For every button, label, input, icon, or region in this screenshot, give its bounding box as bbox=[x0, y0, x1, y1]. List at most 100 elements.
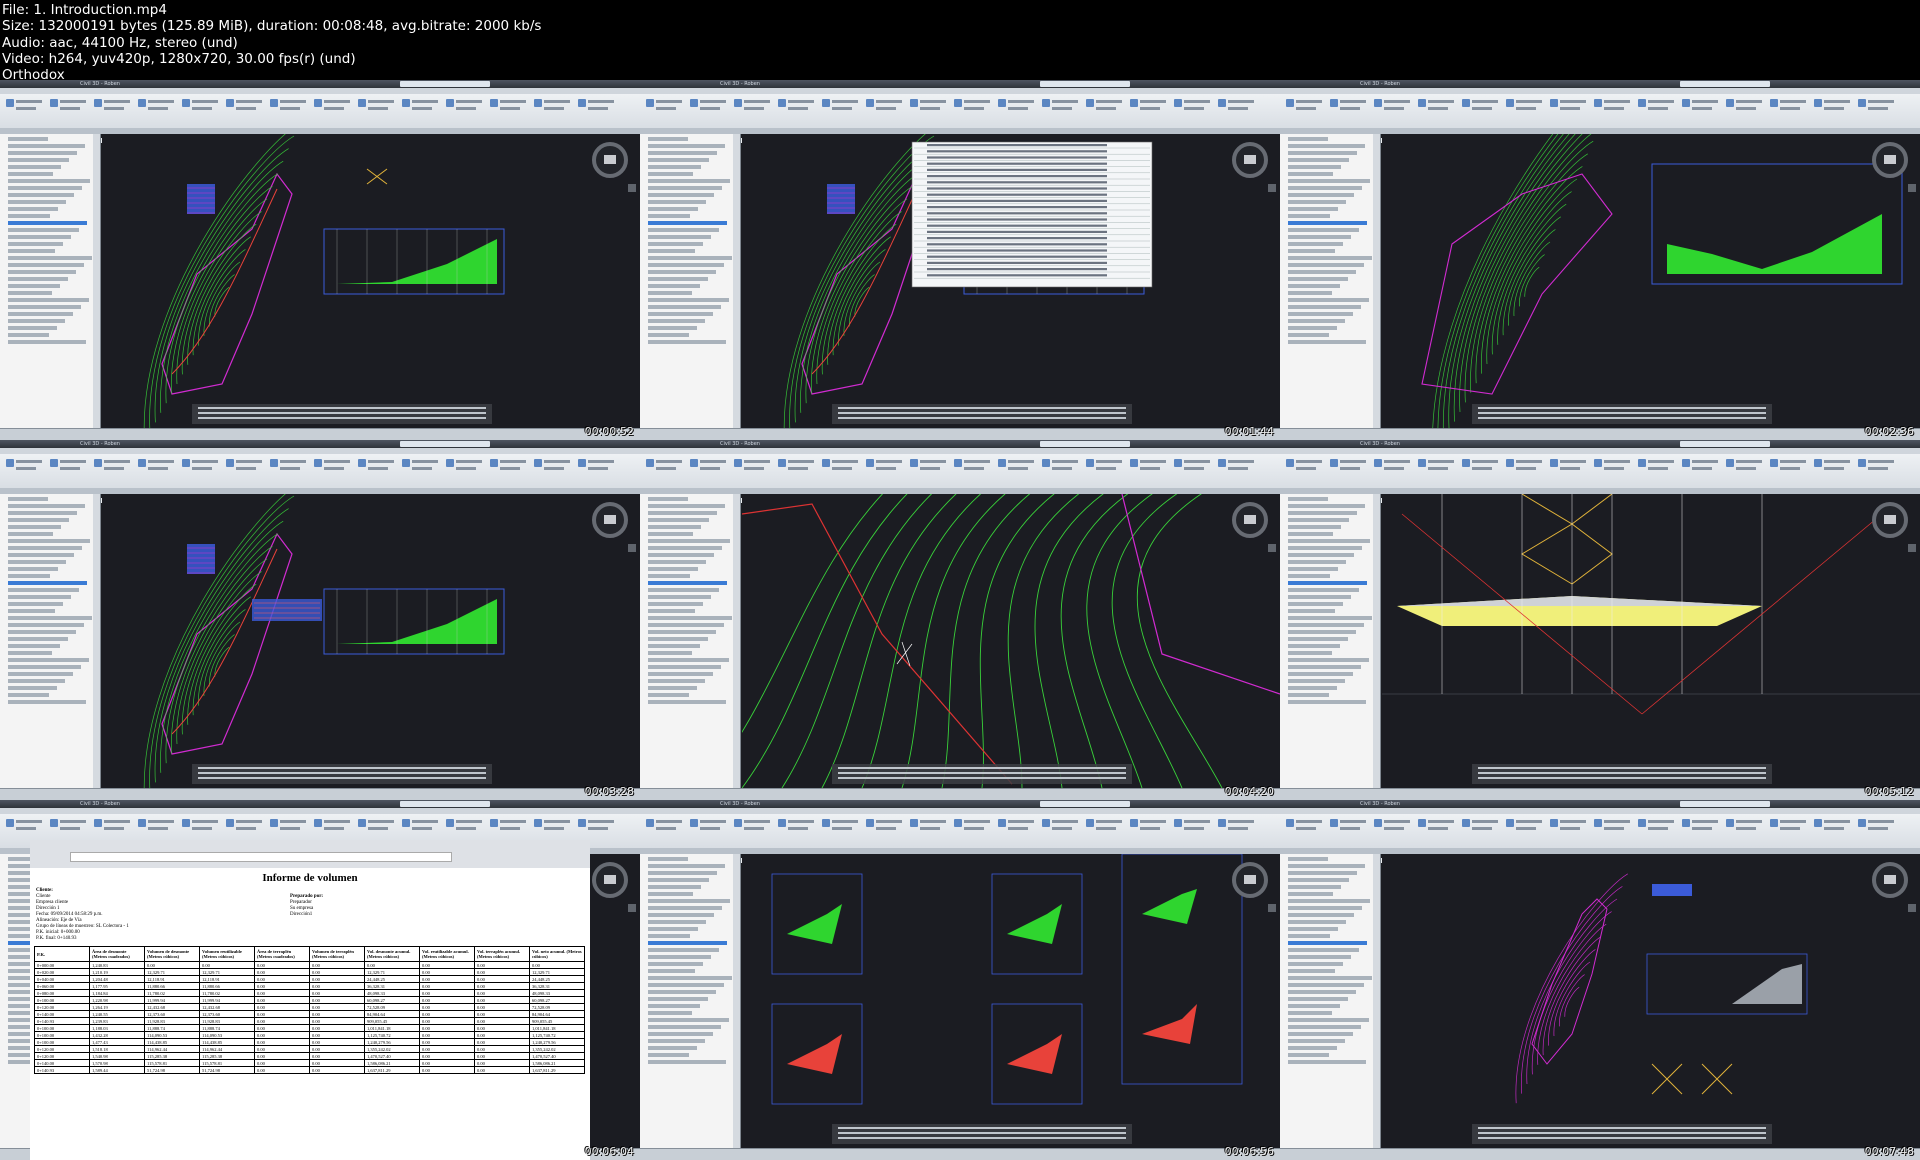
toolspace-side-tabs[interactable] bbox=[93, 134, 100, 428]
toolspace-tree-item[interactable] bbox=[8, 686, 57, 690]
ribbon-tool-label[interactable] bbox=[1096, 820, 1122, 823]
ribbon-tool-label[interactable] bbox=[1736, 460, 1762, 463]
ribbon-tool-label[interactable] bbox=[788, 100, 814, 103]
ribbon-tool-label[interactable] bbox=[148, 100, 174, 103]
toolspace-tree-item[interactable] bbox=[648, 899, 730, 903]
ribbon-tool-label[interactable] bbox=[1648, 460, 1674, 463]
viewcube-compass-icon[interactable] bbox=[592, 862, 628, 898]
toolspace-tree-item[interactable] bbox=[8, 319, 65, 323]
toolspace-tree-item[interactable] bbox=[1288, 221, 1367, 225]
ribbon-tool-label[interactable] bbox=[148, 467, 168, 470]
status-bar[interactable] bbox=[0, 788, 640, 800]
search-input[interactable] bbox=[400, 801, 490, 807]
search-input[interactable] bbox=[1040, 81, 1130, 87]
toolspace-tree-item[interactable] bbox=[1288, 871, 1357, 875]
toolspace-tree-item[interactable] bbox=[8, 137, 48, 141]
nav-bar-icon[interactable] bbox=[628, 904, 636, 912]
ribbon-tool-label[interactable] bbox=[368, 107, 388, 110]
toolspace-tree-item[interactable] bbox=[1288, 137, 1328, 141]
ribbon-tool-icon[interactable] bbox=[998, 459, 1006, 467]
ribbon-tool-label[interactable] bbox=[60, 107, 80, 110]
ribbon-tool-label[interactable] bbox=[588, 107, 608, 110]
ribbon-tool-icon[interactable] bbox=[578, 99, 586, 107]
ribbon-tool-icon[interactable] bbox=[534, 819, 542, 827]
ribbon-tool-label[interactable] bbox=[1428, 460, 1454, 463]
toolspace-tree-item[interactable] bbox=[648, 298, 729, 302]
ribbon-tool-icon[interactable] bbox=[778, 819, 786, 827]
toolspace-tree-item[interactable] bbox=[648, 312, 713, 316]
ribbon-tool-label[interactable] bbox=[1560, 827, 1580, 830]
toolspace-tree-item[interactable] bbox=[1288, 525, 1341, 529]
toolspace-tree-item[interactable] bbox=[8, 263, 84, 267]
nav-bar-icon[interactable] bbox=[1908, 184, 1916, 192]
ribbon-tool-label[interactable] bbox=[544, 100, 570, 103]
ribbon-tool-label[interactable] bbox=[1692, 820, 1718, 823]
toolspace-tree-item[interactable] bbox=[8, 588, 79, 592]
ribbon-tool-label[interactable] bbox=[1472, 827, 1492, 830]
toolspace-tree-item[interactable] bbox=[8, 186, 82, 190]
toolspace-tree-item[interactable] bbox=[648, 934, 690, 938]
drawing-viewport[interactable] bbox=[102, 134, 640, 428]
nav-bar-icon[interactable] bbox=[1268, 184, 1276, 192]
toolspace-tree-item[interactable] bbox=[648, 906, 722, 910]
ribbon-tool-label[interactable] bbox=[788, 460, 814, 463]
command-line[interactable] bbox=[1472, 764, 1772, 784]
ribbon-tool-icon[interactable] bbox=[1506, 819, 1514, 827]
ribbon-tool-label[interactable] bbox=[1692, 460, 1718, 463]
toolspace-tree-item[interactable] bbox=[1288, 686, 1337, 690]
ribbon-tool-label[interactable] bbox=[832, 460, 858, 463]
ribbon-tool-label[interactable] bbox=[104, 100, 130, 103]
ribbon-tool-icon[interactable] bbox=[402, 99, 410, 107]
ribbon-tool-icon[interactable] bbox=[1330, 459, 1338, 467]
search-input[interactable] bbox=[1040, 441, 1130, 447]
ribbon-tool-label[interactable] bbox=[16, 820, 42, 823]
toolspace-tree-item[interactable] bbox=[8, 644, 60, 648]
ribbon-tool-icon[interactable] bbox=[1418, 459, 1426, 467]
toolspace-panel[interactable] bbox=[1280, 854, 1381, 1148]
status-bar[interactable] bbox=[1280, 788, 1920, 800]
ribbon-tool-label[interactable] bbox=[656, 100, 682, 103]
toolspace-tree-item[interactable] bbox=[8, 228, 79, 232]
toolspace-tree-item[interactable] bbox=[648, 165, 701, 169]
toolspace-tree-item[interactable] bbox=[1288, 1004, 1340, 1008]
ribbon-tool-label[interactable] bbox=[1560, 820, 1586, 823]
toolspace-tree-item[interactable] bbox=[8, 193, 74, 197]
toolspace-tree-item[interactable] bbox=[1288, 186, 1362, 190]
ribbon-tool-label[interactable] bbox=[456, 107, 476, 110]
toolspace-tree-item[interactable] bbox=[1288, 878, 1349, 882]
status-bar[interactable] bbox=[0, 428, 640, 440]
ribbon-tool-icon[interactable] bbox=[954, 459, 962, 467]
ribbon-tool-label[interactable] bbox=[1140, 820, 1166, 823]
ribbon-tool-icon[interactable] bbox=[1858, 99, 1866, 107]
drawing-viewport[interactable] bbox=[102, 494, 640, 788]
toolspace-tree-item[interactable] bbox=[648, 983, 724, 987]
ribbon-tool-icon[interactable] bbox=[182, 459, 190, 467]
ribbon-tool-icon[interactable] bbox=[358, 459, 366, 467]
toolspace-tree-item[interactable] bbox=[1288, 1039, 1345, 1043]
ribbon-tool-label[interactable] bbox=[832, 827, 852, 830]
ribbon-tool-label[interactable] bbox=[544, 460, 570, 463]
ribbon-tool-label[interactable] bbox=[832, 100, 858, 103]
toolspace-tree-item[interactable] bbox=[648, 560, 706, 564]
toolspace-tree-item[interactable] bbox=[8, 700, 86, 704]
ribbon-tool-icon[interactable] bbox=[1682, 459, 1690, 467]
toolspace-side-tabs[interactable] bbox=[733, 134, 740, 428]
ribbon-tool-icon[interactable] bbox=[1726, 819, 1734, 827]
ribbon-tool-icon[interactable] bbox=[1174, 99, 1182, 107]
toolspace-tree-item[interactable] bbox=[1288, 644, 1340, 648]
ribbon-tool-label[interactable] bbox=[500, 820, 526, 823]
toolspace-tree-item[interactable] bbox=[8, 630, 76, 634]
ribbon-tool-icon[interactable] bbox=[1814, 459, 1822, 467]
ribbon-tool-label[interactable] bbox=[700, 107, 720, 110]
ribbon-tool-icon[interactable] bbox=[910, 819, 918, 827]
toolspace-tree-item[interactable] bbox=[1288, 553, 1354, 557]
ribbon-tool-label[interactable] bbox=[1296, 467, 1316, 470]
toolspace-tree-item[interactable] bbox=[648, 1011, 692, 1015]
ribbon-tool-icon[interactable] bbox=[690, 99, 698, 107]
toolspace-tree-item[interactable] bbox=[1288, 518, 1349, 522]
drawing-canvas[interactable] bbox=[1382, 494, 1920, 788]
ribbon-tool-label[interactable] bbox=[1780, 827, 1800, 830]
search-input[interactable] bbox=[400, 81, 490, 87]
ribbon-tool-label[interactable] bbox=[148, 827, 168, 830]
toolspace-tree-item[interactable] bbox=[1288, 277, 1348, 281]
